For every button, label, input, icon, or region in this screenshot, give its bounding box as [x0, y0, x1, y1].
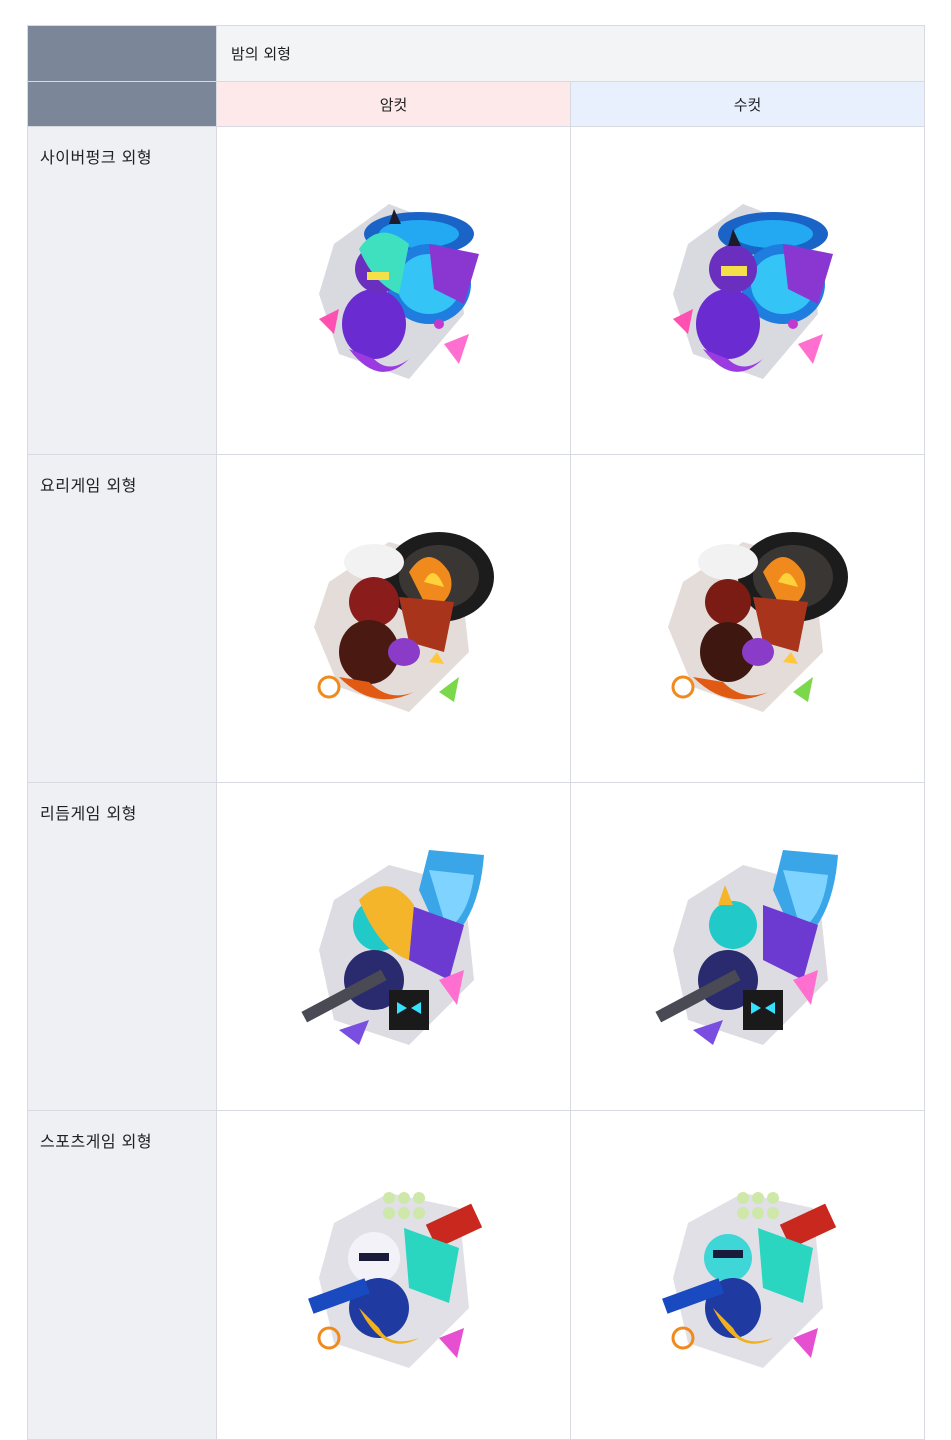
- rhythm-dragon-female-sprite: [279, 830, 509, 1060]
- female-cell: [216, 126, 571, 455]
- row-label-cooking: 요리게임 외형: [27, 454, 217, 783]
- cyberpunk-dragon-female-sprite: [279, 174, 509, 404]
- sports-dragon-female-sprite: [279, 1158, 509, 1388]
- male-cell: [570, 1110, 925, 1440]
- male-cell: [570, 454, 925, 783]
- male-cell: [570, 782, 925, 1111]
- corner-cell: [27, 25, 217, 82]
- table-title: 밤의 외형: [216, 25, 925, 82]
- sports-dragon-male-sprite: [633, 1158, 863, 1388]
- cooking-dragon-female-sprite: [279, 502, 509, 732]
- female-cell: [216, 454, 571, 783]
- female-column-header: 암컷: [216, 81, 571, 127]
- corner-cell-lower: [27, 81, 217, 127]
- appearance-table: 밤의 외형 암컷 수컷 사이버펑크 외형 요리게임 외형 리듬게임 외형 스포츠…: [27, 25, 925, 1440]
- cooking-dragon-male-sprite: [633, 502, 863, 732]
- gender-header-row: 암컷 수컷: [27, 81, 925, 127]
- female-cell: [216, 1110, 571, 1440]
- rhythm-dragon-male-sprite: [633, 830, 863, 1060]
- table-row: 스포츠게임 외형: [27, 1110, 925, 1440]
- table-title-row: 밤의 외형: [27, 25, 925, 82]
- male-column-header: 수컷: [570, 81, 925, 127]
- row-label-cyberpunk: 사이버펑크 외형: [27, 126, 217, 455]
- male-cell: [570, 126, 925, 455]
- table-row: 사이버펑크 외형: [27, 126, 925, 455]
- female-cell: [216, 782, 571, 1111]
- row-label-sports: 스포츠게임 외형: [27, 1110, 217, 1440]
- table-row: 리듬게임 외형: [27, 782, 925, 1111]
- cyberpunk-dragon-male-sprite: [633, 174, 863, 404]
- table-row: 요리게임 외형: [27, 454, 925, 783]
- row-label-rhythm: 리듬게임 외형: [27, 782, 217, 1111]
